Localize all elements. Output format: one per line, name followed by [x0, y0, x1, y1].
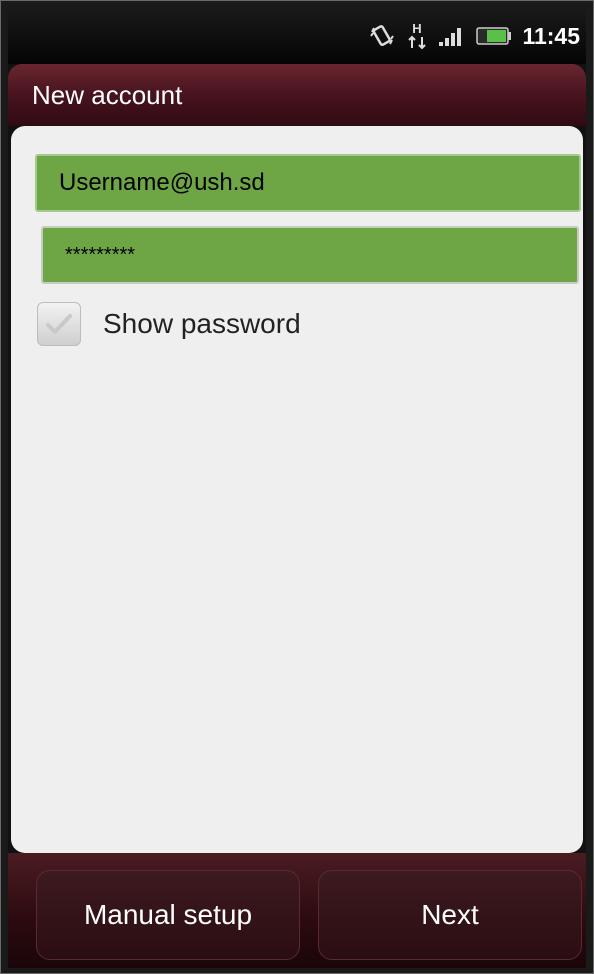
checkmark-icon [46, 314, 72, 334]
svg-text:H: H [413, 21, 422, 36]
show-password-checkbox[interactable] [37, 302, 81, 346]
show-password-label: Show password [103, 308, 301, 339]
status-bar: H 11:45 [8, 8, 586, 64]
title-bar: New account [8, 64, 586, 126]
page-title: New account [32, 80, 183, 110]
show-password-row[interactable]: Show password [37, 302, 301, 346]
email-field[interactable]: Username@ush.sd [35, 154, 581, 212]
hspa-icon: H [406, 21, 428, 51]
next-button[interactable]: Next [318, 870, 582, 960]
signal-icon [438, 25, 466, 47]
phone-frame: H 11:45 New account Username@ush.sd ****… [0, 0, 594, 974]
password-field[interactable]: ********* [41, 226, 579, 284]
status-icons: H 11:45 [368, 8, 586, 64]
screen: H 11:45 New account Username@ush.sd ****… [8, 8, 586, 968]
account-form: Username@ush.sd ********* Show password [11, 126, 583, 853]
vibrate-icon [368, 22, 396, 50]
manual-setup-button[interactable]: Manual setup [36, 870, 300, 960]
battery-icon [476, 26, 512, 46]
bottom-button-bar: Manual setup Next [8, 853, 586, 968]
status-clock: 11:45 [522, 22, 580, 49]
